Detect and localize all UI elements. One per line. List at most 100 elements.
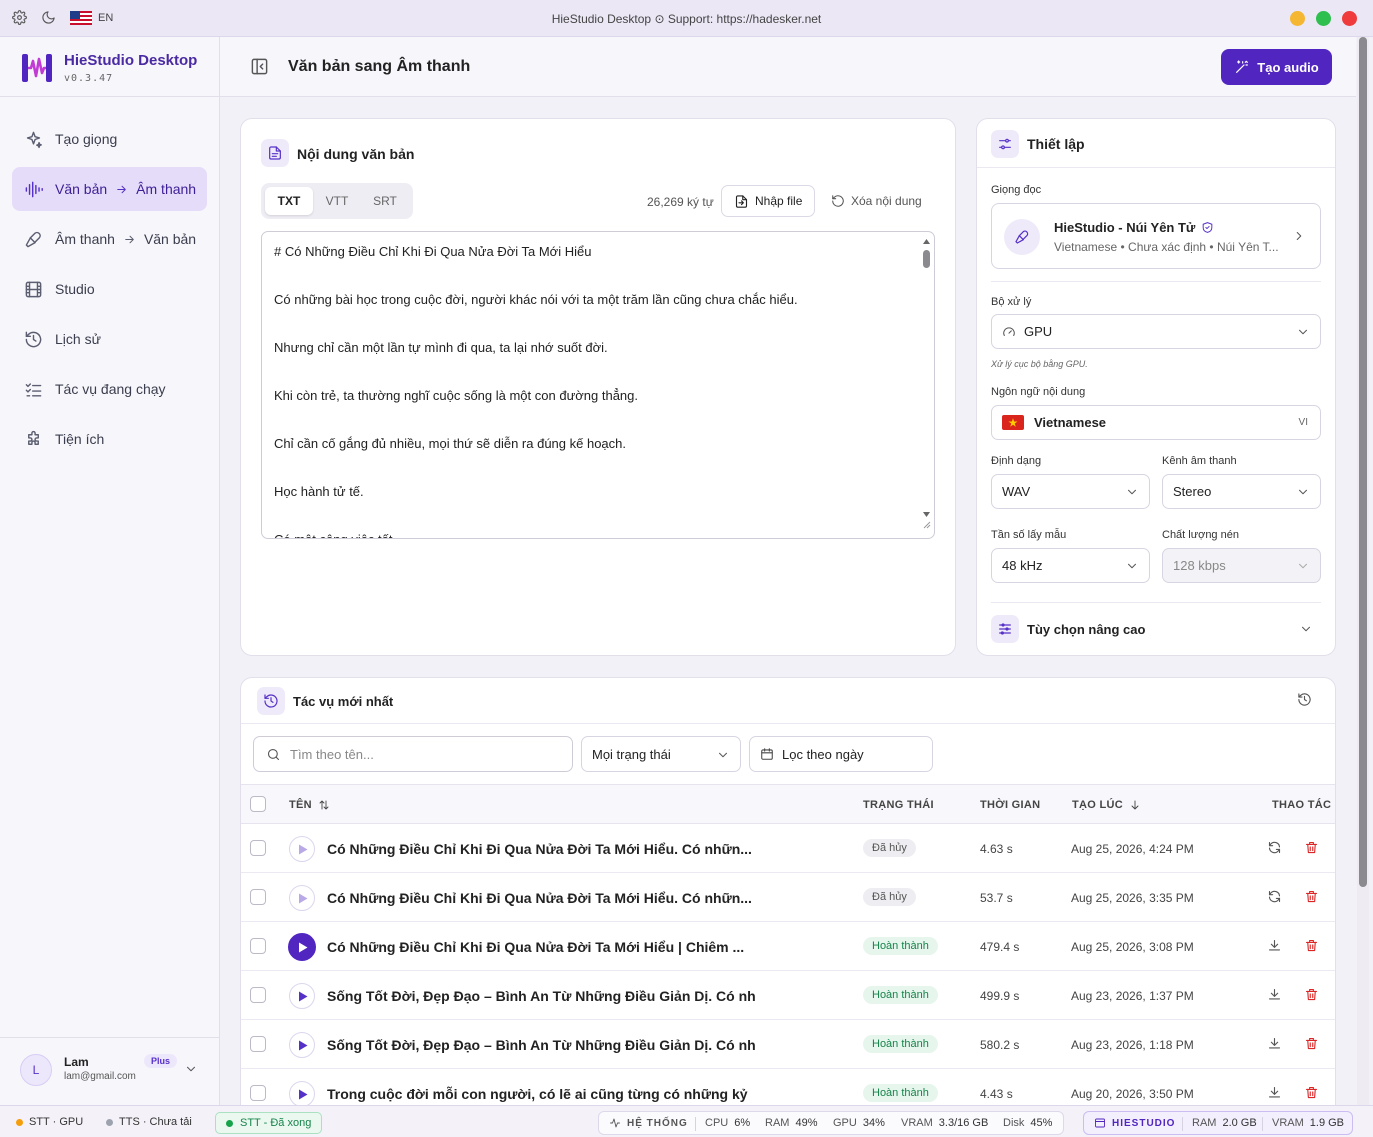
play-button[interactable] [289, 836, 315, 862]
play-button[interactable] [289, 1032, 315, 1058]
import-file-button[interactable]: Nhập file [721, 185, 816, 217]
sidebar-item-label: Tác vụ đang chạy [55, 381, 166, 397]
task-name[interactable]: Có Những Điều Chỉ Khi Đi Qua Nửa Đời Ta … [327, 939, 744, 955]
play-button[interactable] [289, 885, 315, 911]
row-checkbox[interactable] [250, 938, 266, 954]
row-checkbox[interactable] [250, 840, 266, 856]
play-button[interactable] [289, 983, 315, 1009]
sidebar-item-utilities[interactable]: Tiện ích [12, 417, 207, 461]
row-checkbox[interactable] [250, 1036, 266, 1052]
close-button[interactable] [1342, 11, 1357, 26]
chevron-down-icon [716, 748, 730, 762]
window-title: HieStudio Desktop ⊙ Support: https://had… [551, 12, 822, 26]
play-icon [298, 1089, 308, 1100]
text-line: # Có Những Điều Chỉ Khi Đi Qua Nửa Đời T… [274, 244, 592, 259]
retry-icon[interactable] [1267, 840, 1282, 855]
processor-hint: Xử lý cục bộ bằng GPU. [991, 359, 1088, 369]
create-audio-button[interactable]: Tạo audio [1221, 49, 1332, 85]
sidebar-toggle-icon[interactable] [250, 57, 269, 76]
table-row[interactable]: Sống Tốt Đời, Đẹp Đạo – Bình An Từ Những… [241, 1020, 1335, 1069]
row-checkbox[interactable] [250, 1085, 266, 1101]
chevron-down-icon[interactable] [184, 1062, 198, 1076]
format-select[interactable]: WAV [991, 474, 1150, 509]
tab-txt[interactable]: TXT [265, 187, 313, 215]
task-name[interactable]: Trong cuộc đời mỗi con người, có lẽ ai c… [327, 1086, 748, 1102]
format-tabs: TXT VTT SRT [261, 183, 413, 219]
trash-icon[interactable] [1304, 840, 1319, 855]
text-content-input[interactable]: # Có Những Điều Chỉ Khi Đi Qua Nửa Đời T… [261, 231, 935, 539]
voice-selector[interactable]: HieStudio - Núi Yên Tử Vietnamese • Chưa… [991, 203, 1321, 269]
clear-content-button[interactable]: Xóa nội dung [831, 194, 922, 208]
table-row[interactable]: Có Những Điều Chỉ Khi Đi Qua Nửa Đời Ta … [241, 873, 1335, 922]
status-badge: Đã hủy [863, 839, 916, 857]
task-search-input[interactable]: Tìm theo tên... [253, 736, 573, 772]
channel-select[interactable]: Stereo [1162, 474, 1321, 509]
status-filter-select[interactable]: Mọi trạng thái [581, 736, 741, 772]
row-checkbox[interactable] [250, 889, 266, 905]
chevron-down-icon [1125, 485, 1139, 499]
sidebar-item-speech-to-text[interactable]: Âm thanh Văn bản [12, 217, 207, 261]
arrow-down-icon [1129, 799, 1141, 811]
advanced-options-toggle[interactable]: Tùy chọn nâng cao [991, 614, 1321, 644]
task-name[interactable]: Sống Tốt Đời, Đẹp Đạo – Bình An Từ Những… [327, 988, 756, 1004]
format-label: Định dạng [991, 455, 1042, 467]
brand-name: HieStudio Desktop [64, 52, 198, 69]
task-name[interactable]: Có Những Điều Chỉ Khi Đi Qua Nửa Đời Ta … [327, 841, 752, 857]
download-icon[interactable] [1267, 1036, 1282, 1051]
tab-srt[interactable]: SRT [361, 187, 409, 215]
trash-icon[interactable] [1304, 987, 1319, 1002]
waveform-icon [24, 180, 43, 199]
textarea-scrollbar[interactable] [922, 236, 931, 530]
language-select[interactable]: Vietnamese VI [991, 405, 1321, 440]
retry-icon[interactable] [1267, 889, 1282, 904]
history-icon [24, 330, 43, 349]
sidebar-item-history[interactable]: Lịch sử [12, 317, 207, 361]
document-icon [261, 139, 289, 167]
download-icon[interactable] [1267, 1085, 1282, 1100]
content-scrollbar[interactable] [1357, 37, 1369, 1105]
download-icon[interactable] [1267, 987, 1282, 1002]
task-created: Aug 23, 2026, 1:18 PM [1071, 1038, 1194, 1052]
minimize-button[interactable] [1290, 11, 1305, 26]
column-name[interactable]: TÊN [289, 799, 330, 811]
sidebar-item-studio[interactable]: Studio [12, 267, 207, 311]
disk-usage: Disk 45% [1003, 1117, 1053, 1129]
maximize-button[interactable] [1316, 11, 1331, 26]
tab-vtt[interactable]: VTT [313, 187, 361, 215]
select-all-checkbox[interactable] [250, 796, 266, 812]
download-icon[interactable] [1267, 938, 1282, 953]
task-name[interactable]: Có Những Điều Chỉ Khi Đi Qua Nửa Đời Ta … [327, 890, 752, 906]
scrollbar-thumb[interactable] [1359, 37, 1367, 887]
status-badge: Hoàn thành [863, 1084, 938, 1102]
task-name[interactable]: Sống Tốt Đời, Đẹp Đạo – Bình An Từ Những… [327, 1037, 756, 1053]
settings-card: Thiết lập Giọng đọc HieStudio - Núi Yên … [976, 118, 1336, 656]
column-created[interactable]: TẠO LÚC [1072, 799, 1141, 811]
table-row[interactable]: Có Những Điều Chỉ Khi Đi Qua Nửa Đời Ta … [241, 824, 1335, 873]
sidebar-item-text-to-speech[interactable]: Văn bản Âm thanh [12, 167, 207, 211]
table-row[interactable]: Có Những Điều Chỉ Khi Đi Qua Nửa Đời Ta … [241, 922, 1335, 971]
row-checkbox[interactable] [250, 987, 266, 1003]
table-row[interactable]: Sống Tốt Đời, Đẹp Đạo – Bình An Từ Những… [241, 971, 1335, 1020]
user-menu[interactable]: L Lam lam@gmail.com Plus [0, 1037, 220, 1105]
play-button[interactable] [289, 1081, 315, 1107]
history-link-icon[interactable] [1297, 692, 1312, 707]
samplerate-label: Tần số lấy mẫu [991, 529, 1067, 541]
app-monitor: HIESTUDIO RAM 2.0 GB VRAM 1.9 GB [1083, 1111, 1353, 1135]
date-filter-label: Lọc theo ngày [782, 746, 864, 762]
verified-shield-icon [1201, 221, 1214, 234]
task-duration: 479.4 s [980, 940, 1020, 954]
trash-icon[interactable] [1304, 938, 1319, 953]
samplerate-select[interactable]: 48 kHz [991, 548, 1150, 583]
sidebar-item-create-voice[interactable]: Tạo giọng [12, 117, 207, 161]
status-badge: Hoàn thành [863, 986, 938, 1004]
puzzle-icon [24, 430, 43, 449]
sidebar-item-running-tasks[interactable]: Tác vụ đang chạy [12, 367, 207, 411]
play-button[interactable] [288, 933, 316, 961]
processor-select[interactable]: GPU [991, 314, 1321, 349]
column-duration: THỜI GIAN [980, 799, 1041, 811]
trash-icon[interactable] [1304, 1085, 1319, 1100]
trash-icon[interactable] [1304, 1036, 1319, 1051]
sort-icon [318, 799, 330, 811]
trash-icon[interactable] [1304, 889, 1319, 904]
date-filter-button[interactable]: Lọc theo ngày [749, 736, 933, 772]
